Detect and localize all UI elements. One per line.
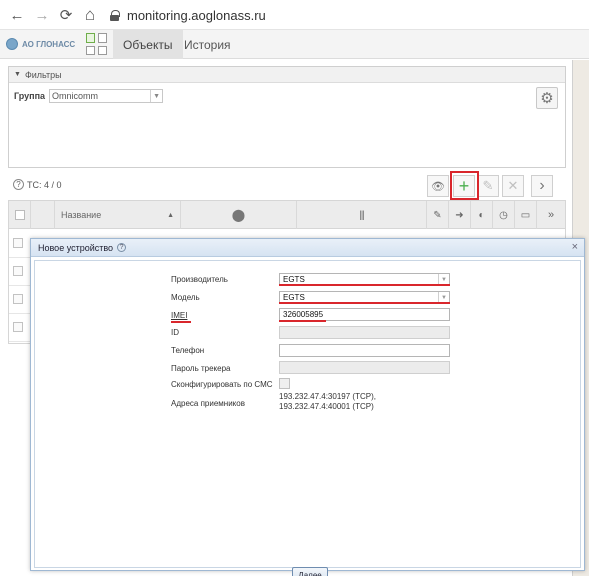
home-icon[interactable]: ⌂ [79, 4, 101, 26]
model-label: Модель [171, 293, 200, 302]
delete-icon[interactable]: ✕ [502, 175, 524, 197]
receiver-address: 193.232.47.4:40001 (TCP) [279, 402, 374, 411]
phone-label: Телефон [171, 346, 205, 355]
id-input[interactable] [279, 326, 450, 339]
dialog-body: Производитель EGTS ▼ Модель EGTS ▼ IMEI … [34, 260, 581, 576]
grid-header: Название ▲ ⬤ ||| ✎ ➜ ◐ ◷ ▭ » [9, 201, 565, 229]
name-column-header[interactable]: Название ▲ [55, 201, 181, 229]
edit-icon[interactable]: ✎ [477, 175, 499, 197]
group-select[interactable]: Omnicomm ▼ [49, 89, 164, 103]
location-pin-icon[interactable]: ⬤ [181, 201, 297, 229]
select-all-cell[interactable] [9, 201, 31, 229]
apps-grid-cell [86, 33, 95, 43]
group-filter-row: Группа Omnicomm ▼ [14, 89, 164, 103]
objects-toolbar: ? ТС: 4 / 0 👁 + ✎ ✕ › [8, 172, 566, 198]
tab-objects[interactable]: Объекты [113, 30, 183, 59]
tracker-password-input[interactable] [279, 361, 450, 374]
imei-label: IMEI [171, 311, 188, 320]
row-checkbox[interactable] [13, 238, 23, 248]
help-icon[interactable]: ? [117, 243, 127, 252]
model-value: EGTS [283, 293, 305, 302]
phone-input[interactable] [279, 344, 450, 357]
sms-config-label: Сконфигурировать по СМС [171, 380, 273, 389]
forward-arrow-icon[interactable]: → [31, 4, 53, 26]
imei-value: 326005895 [283, 310, 324, 319]
browser-toolbar: ← → ⟳ ⌂ monitoring.aoglonass.ru [0, 0, 589, 30]
row-checkbox[interactable] [13, 322, 23, 332]
grid-blank-header [31, 201, 55, 229]
imei-value-underline [279, 320, 326, 322]
receiver-address: 193.232.47.4:30197 (TCP), [279, 392, 376, 401]
tab-history[interactable]: История [174, 30, 241, 59]
url-text: monitoring.aoglonass.ru [127, 7, 266, 23]
close-icon[interactable]: × [572, 241, 578, 253]
globe-logo-icon [6, 38, 18, 50]
edit-column-icon[interactable]: ✎ [427, 201, 449, 229]
address-bar[interactable]: monitoring.aoglonass.ru [104, 4, 589, 26]
row-checkbox[interactable] [13, 294, 23, 304]
manufacturer-label: Производитель [171, 275, 228, 284]
select-all-checkbox[interactable] [14, 210, 25, 220]
clock-icon[interactable]: ◷ [493, 201, 515, 229]
eye-icon[interactable]: 👁 [427, 175, 449, 197]
model-underline [279, 302, 450, 304]
group-label: Группа [14, 91, 46, 101]
sms-config-checkbox[interactable] [279, 378, 290, 389]
satellite-icon[interactable]: ◐ [471, 201, 493, 229]
double-chevron-icon[interactable]: » [537, 201, 565, 229]
monitor-icon[interactable]: ▭ [515, 201, 537, 229]
chevron-down-icon: ▼ [150, 90, 162, 102]
imei-label-underline [171, 321, 191, 323]
collapse-triangle-icon: ▼ [14, 71, 21, 78]
gear-icon[interactable]: ⚙ [536, 87, 558, 109]
group-select-value: Omnicomm [52, 91, 99, 101]
tracker-password-label: Пароль трекера [171, 364, 231, 373]
manufacturer-value: EGTS [283, 275, 305, 284]
filters-title: Фильтры [24, 69, 62, 80]
app-header: АО ГЛОНАСС Объекты История [0, 30, 589, 59]
filters-panel: ▼ Фильтры Группа Omnicomm ▼ [8, 66, 566, 168]
reload-icon[interactable]: ⟳ [55, 4, 77, 26]
add-button-highlight [450, 171, 479, 200]
help-icon[interactable]: ? [13, 179, 24, 190]
apps-grid-cell [98, 33, 107, 43]
vehicle-count: ? ТС: 4 / 0 [13, 179, 62, 190]
dialog-header[interactable]: Новое устройство ? × [31, 239, 584, 257]
logo[interactable]: АО ГЛОНАСС [6, 38, 75, 50]
manufacturer-underline [279, 284, 450, 286]
receivers-label: Адреса приемников [171, 399, 245, 408]
receivers-addresses: 193.232.47.4:30197 (TCP), 193.232.47.4:4… [279, 392, 376, 412]
filters-header[interactable]: ▼ Фильтры [9, 67, 565, 83]
id-label: ID [171, 328, 179, 337]
back-arrow-icon[interactable]: ← [6, 4, 28, 26]
apps-grid-cell [86, 45, 95, 55]
sort-ascending-icon: ▲ [167, 211, 174, 219]
name-column-label: Название [61, 210, 102, 220]
apps-grid-icon[interactable] [86, 33, 108, 55]
barcode-icon[interactable]: ||| [297, 201, 427, 229]
lock-icon [110, 10, 120, 21]
new-device-dialog: Новое устройство ? × Производитель EGTS … [30, 238, 585, 576]
vehicle-count-text: ТС: 4 / 0 [27, 179, 62, 190]
dialog-title: Новое устройство [38, 242, 114, 253]
next-button[interactable]: Далее [292, 567, 328, 576]
logo-text: АО ГЛОНАСС [22, 39, 76, 49]
next-icon[interactable]: › [531, 175, 553, 197]
apps-grid-cell [98, 45, 107, 55]
arrow-circle-icon[interactable]: ➜ [449, 201, 471, 229]
row-checkbox[interactable] [13, 266, 23, 276]
